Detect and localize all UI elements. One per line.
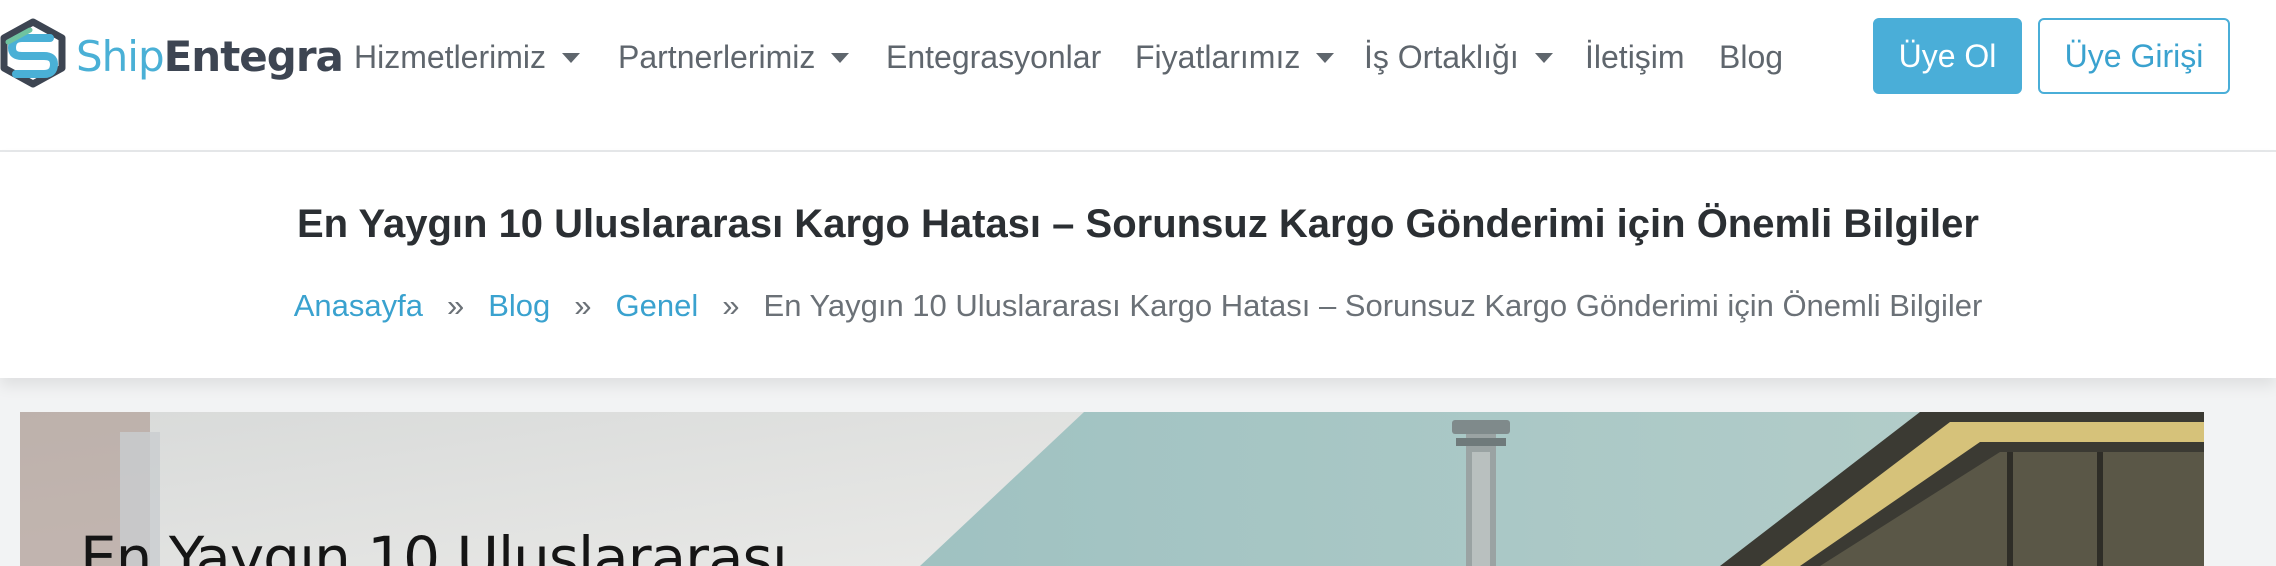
nav-item-label: İletişim <box>1585 38 1685 75</box>
nav-item-label: Hizmetlerimiz <box>354 38 546 75</box>
login-button[interactable]: Üye Girişi <box>2038 18 2230 94</box>
nav-item-label: Entegrasyonlar <box>886 38 1102 75</box>
nav-item-entegrasyonlar[interactable]: Entegrasyonlar <box>886 32 1101 82</box>
nav-item-iletisim[interactable]: İletişim <box>1585 32 1685 82</box>
nav-item-fiyatlarimiz[interactable]: Fiyatlarımız <box>1135 32 1335 82</box>
hero-image: En Yaygın 10 Uluslararası <box>20 412 2204 566</box>
brand-logo[interactable]: ShipEntegra <box>0 16 344 96</box>
top-navbar: ShipEntegra Hizmetlerimiz Partnerlerimiz… <box>0 0 2276 152</box>
breadcrumb-link-blog[interactable]: Blog <box>488 288 550 323</box>
brand-name-ship: Ship <box>76 31 165 81</box>
page-title: En Yaygın 10 Uluslararası Kargo Hatası –… <box>297 202 1979 246</box>
breadcrumb: Anasayfa » Blog » Genel » En Yaygın 10 Uluslar… <box>0 288 2276 324</box>
nav-item-is-ortakligi[interactable]: İş Ortaklığı <box>1364 32 1553 82</box>
signup-button[interactable]: Üye Ol <box>1873 18 2022 94</box>
brand-name-entegra: Entegra <box>163 31 344 81</box>
breadcrumb-separator: » <box>722 288 740 323</box>
nav-item-partnerlerimiz[interactable]: Partnerlerimiz <box>618 32 850 82</box>
caret-down-icon <box>1534 53 1553 63</box>
caret-down-icon <box>1316 53 1335 63</box>
nav-item-label: Partnerlerimiz <box>618 38 816 75</box>
page-header: En Yaygın 10 Uluslararası Kargo Hatası –… <box>0 152 2276 378</box>
brand-name: ShipEntegra <box>76 31 344 81</box>
nav-item-blog[interactable]: Blog <box>1719 32 1783 82</box>
nav-item-label: Blog <box>1719 38 1784 75</box>
breadcrumb-current: En Yaygın 10 Uluslararası Kargo Hatası –… <box>763 288 1983 323</box>
caret-down-icon <box>562 53 580 63</box>
caret-down-icon <box>831 53 850 63</box>
breadcrumb-link-anasayfa[interactable]: Anasayfa <box>294 288 423 323</box>
breadcrumb-separator: » <box>446 288 465 323</box>
breadcrumb-separator: » <box>574 288 592 323</box>
nav-item-hizmetlerimiz[interactable]: Hizmetlerimiz <box>354 32 580 82</box>
nav-item-label: İş Ortaklığı <box>1364 38 1519 75</box>
nav-item-label: Fiyatlarımız <box>1135 38 1301 75</box>
shipentegra-s-logo-icon <box>0 18 66 88</box>
breadcrumb-link-genel[interactable]: Genel <box>616 288 699 323</box>
hero-title-text: En Yaygın 10 Uluslararası <box>80 524 788 566</box>
